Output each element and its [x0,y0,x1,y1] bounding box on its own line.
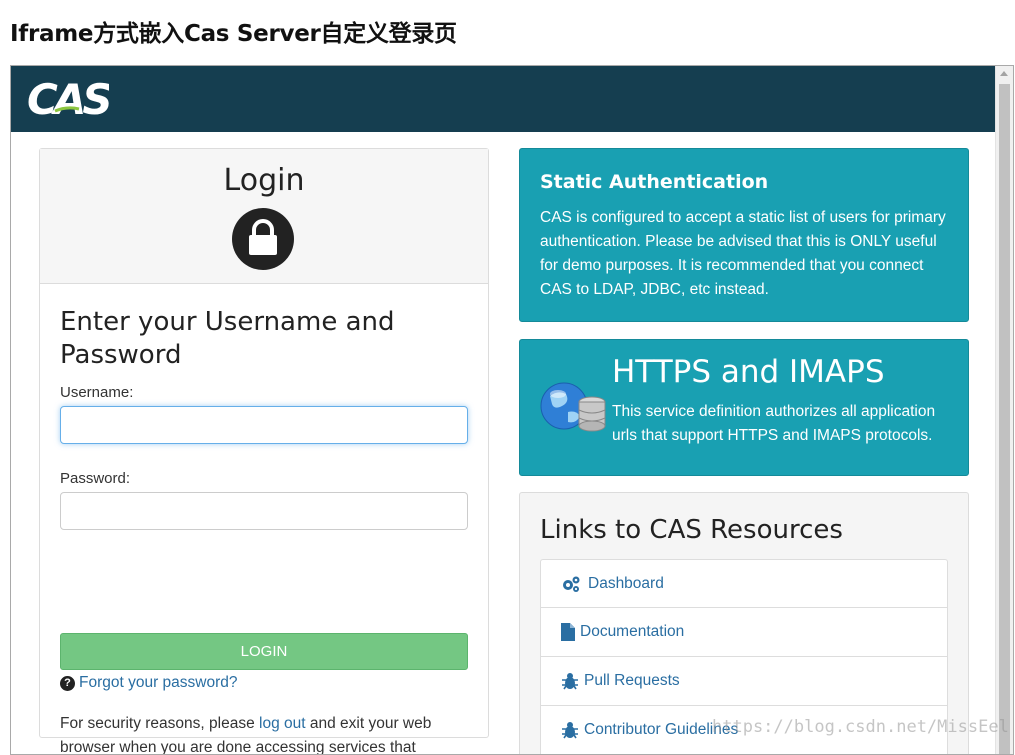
login-card-header: Login [40,149,488,284]
https-imaps-panel: HTTPS and IMAPS This service definition … [519,339,969,476]
username-label: Username: [60,384,134,401]
page-title: Iframe方式嵌入Cas Server自定义登录页 [10,21,457,47]
static-auth-text: CAS is configured to accept a static lis… [540,209,946,298]
resources-panel: Links to CAS Resources Dashboard Documen… [519,492,969,754]
login-card: Login Enter your Username and Password U… [39,148,489,754]
svg-text:CAS: CAS [27,76,109,122]
globe-database-icon [540,380,610,441]
logout-link[interactable]: log out [259,715,306,732]
login-title: Login [223,163,305,198]
login-heading: Enter your Username and Password [60,307,395,370]
security-note: For security reasons, please log out and… [60,712,468,754]
vertical-scrollbar[interactable] [995,66,1013,754]
resource-link-pull-requests[interactable]: Pull Requests [540,657,948,706]
static-auth-panel: Static Authentication CAS is configured … [519,148,969,322]
scroll-up-arrow-icon[interactable] [1000,71,1008,76]
username-input[interactable] [60,406,468,444]
embedded-iframe: CAS Login Enter your Username and Passwo… [10,65,1014,755]
cas-logo: CAS [27,75,114,127]
password-label: Password: [60,470,131,487]
https-imaps-title: HTTPS and IMAPS [612,354,885,390]
gears-icon [561,575,581,598]
forgot-password-label[interactable]: Forgot your password? [79,674,238,691]
watermark: https://blog.csdn.net/MissEel [712,717,1009,737]
password-input[interactable] [60,492,468,530]
login-button[interactable]: LOGIN [60,633,468,670]
forgot-password-link[interactable]: ? Forgot your password? [60,674,238,692]
security-note-prefix: For security reasons, please [60,715,260,732]
document-icon [561,623,575,646]
resource-link-documentation[interactable]: Documentation [540,608,948,657]
resource-link-label[interactable]: Pull Requests [584,672,680,690]
lock-icon [232,208,294,270]
cas-header: CAS [11,66,996,132]
static-auth-title: Static Authentication [540,171,769,193]
resources-title: Links to CAS Resources [540,515,843,545]
bug-icon [561,672,579,695]
login-form: Enter your Username and Password Usernam… [60,306,468,754]
resource-link-label[interactable]: Dashboard [588,575,664,593]
scroll-thumb[interactable] [999,84,1010,754]
bug-icon [561,721,579,744]
question-circle-icon: ? [60,676,75,691]
https-imaps-text: This service definition authorizes all a… [612,403,936,444]
resource-link-label[interactable]: Documentation [580,623,684,641]
resource-link-dashboard[interactable]: Dashboard [540,559,948,608]
